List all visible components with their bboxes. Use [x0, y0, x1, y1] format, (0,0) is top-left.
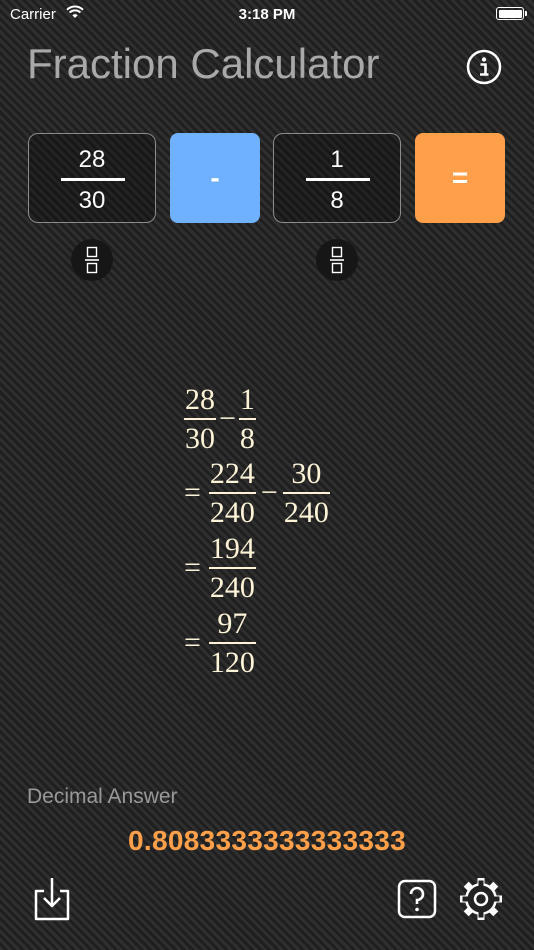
step-fraction-bar — [208, 567, 256, 569]
fraction-b-input[interactable]: 1 8 — [273, 133, 401, 223]
step-numerator: 28 — [185, 383, 215, 416]
step-numerator: 30 — [291, 457, 322, 490]
save-button[interactable] — [29, 876, 75, 922]
step-equals: = — [184, 626, 201, 660]
step-fraction: 30 240 — [282, 457, 330, 529]
step-row-1: 28 30 − 1 8 — [184, 384, 256, 455]
step-equals: = — [184, 551, 201, 585]
step-numerator: 194 — [209, 532, 255, 565]
status-time: 3:18 PM — [238, 6, 296, 23]
battery-icon — [496, 7, 527, 20]
step-fraction-bar — [208, 492, 256, 494]
step-numerator: 97 — [217, 607, 248, 640]
step-denominator: 30 — [185, 421, 215, 455]
app-title: Fraction Calculator — [27, 40, 380, 87]
gear-icon — [460, 878, 502, 920]
step-denominator: 240 — [283, 495, 329, 529]
step-denominator: 8 — [239, 421, 255, 455]
step-numerator: 1 — [239, 383, 255, 416]
step-numerator: 224 — [209, 457, 255, 490]
equals-button[interactable]: = — [415, 133, 505, 223]
save-icon — [34, 878, 70, 921]
step-denominator: 120 — [209, 645, 255, 679]
fraction-b-numerator[interactable]: 1 — [274, 146, 400, 174]
step-operator: − — [219, 402, 236, 436]
info-icon — [466, 49, 502, 85]
step-fraction: 1 8 — [238, 383, 256, 455]
step-fraction: 97 120 — [208, 607, 256, 679]
help-button[interactable] — [394, 876, 440, 922]
fraction-a-format-toggle[interactable] — [71, 239, 113, 281]
fraction-b-denominator[interactable]: 8 — [274, 187, 400, 215]
step-equals: = — [184, 476, 201, 510]
fraction-a-numerator[interactable]: 28 — [29, 146, 155, 174]
info-button[interactable] — [466, 49, 502, 85]
settings-button[interactable] — [458, 876, 504, 922]
step-fraction: 194 240 — [208, 532, 256, 604]
fraction-a-input[interactable]: 28 30 — [28, 133, 156, 223]
fraction-a-denominator[interactable]: 30 — [29, 187, 155, 215]
step-denominator: 240 — [209, 495, 255, 529]
fraction-b-bar — [306, 178, 370, 181]
step-denominator: 240 — [209, 570, 255, 604]
step-row-3: = 194 240 — [184, 533, 256, 604]
step-fraction-bar — [208, 642, 256, 644]
fraction-icon — [85, 246, 99, 274]
decimal-answer-label: Decimal Answer — [27, 785, 178, 808]
decimal-answer-value: 0.8083333333333333 — [128, 825, 406, 856]
step-fraction-bar — [184, 418, 216, 420]
step-row-4: = 97 120 — [184, 608, 256, 679]
step-fraction: 224 240 — [208, 457, 256, 529]
status-bar: Carrier 3:18 PM — [0, 0, 534, 28]
fraction-icon — [330, 246, 344, 274]
step-operator: − — [260, 476, 278, 510]
step-fraction-bar — [238, 418, 256, 420]
help-icon — [397, 879, 437, 919]
step-fraction-bar — [282, 492, 330, 494]
fraction-a-bar — [61, 178, 125, 181]
step-row-2: = 224 240 − 30 240 — [184, 458, 330, 529]
fraction-b-format-toggle[interactable] — [316, 239, 358, 281]
operator-button[interactable]: - — [170, 133, 260, 223]
step-fraction: 28 30 — [184, 384, 216, 455]
